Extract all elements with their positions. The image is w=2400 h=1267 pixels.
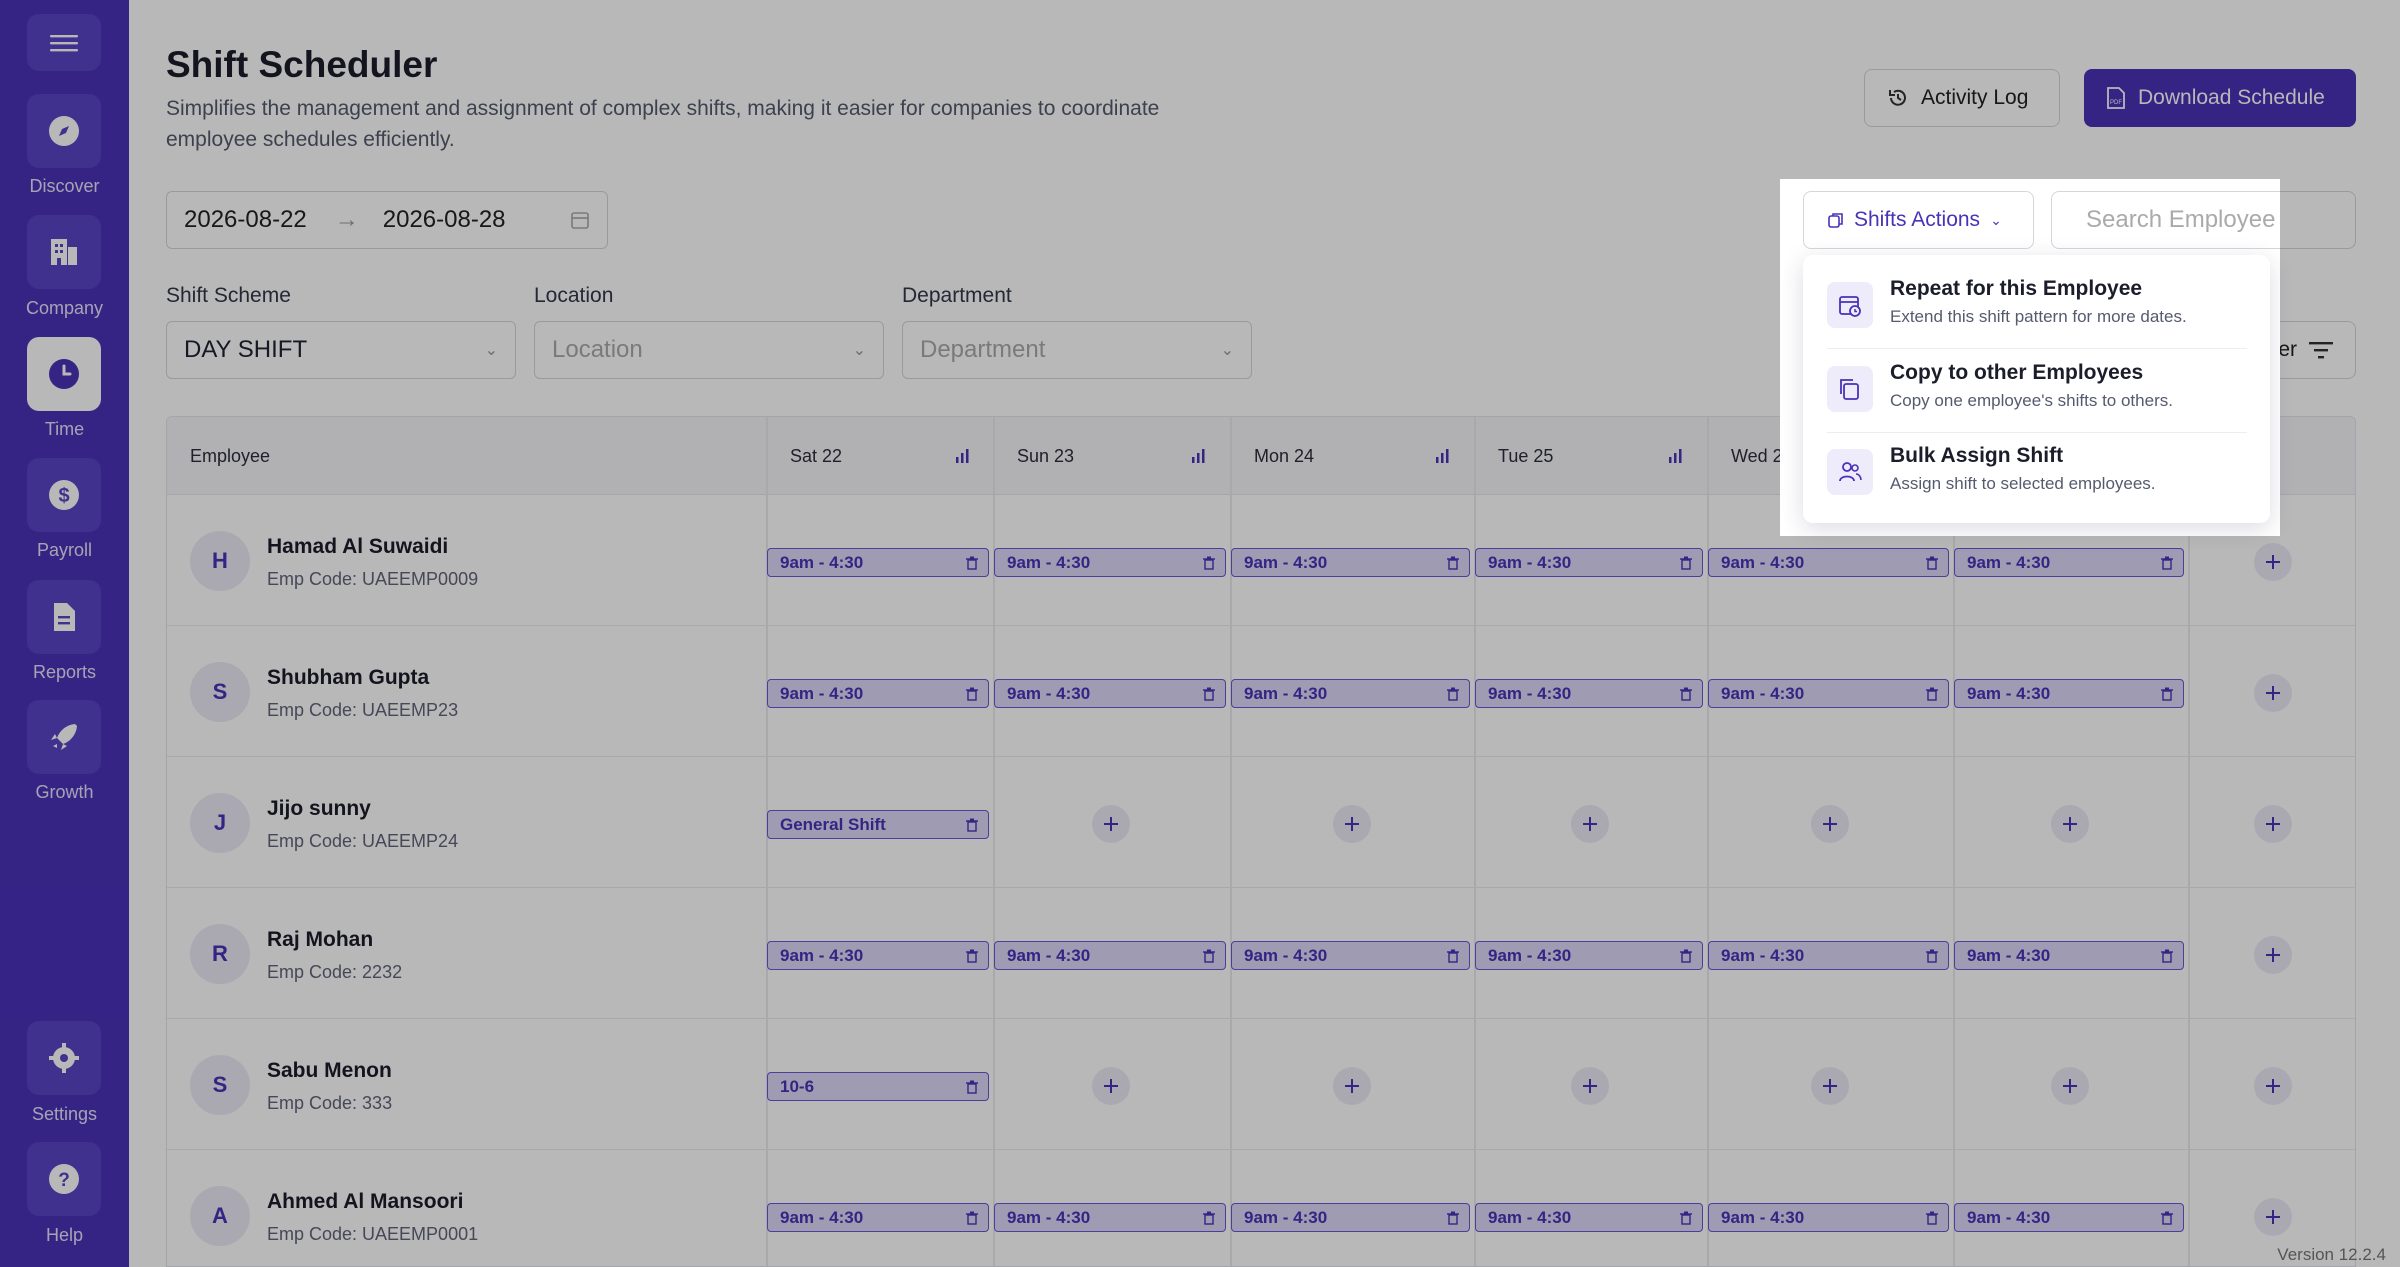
- shifts-actions-button[interactable]: Shifts Actions ⌄: [1803, 191, 2034, 249]
- search-input-highlight[interactable]: Search Employee: [2051, 191, 2280, 249]
- version-label: Version 12.2.4: [2277, 1245, 2386, 1264]
- menu-item-copy[interactable]: Copy to other Employees Copy one employe…: [1803, 348, 2270, 431]
- users-icon: [1827, 449, 1873, 495]
- chevron-down-icon: ⌄: [1990, 211, 2002, 228]
- search-placeholder: Search Employee: [2086, 206, 2276, 233]
- calendar-repeat-icon: [1827, 282, 1873, 328]
- shifts-actions-label: Shifts Actions: [1854, 208, 1981, 231]
- menu-item-desc: Copy one employee's shifts to others.: [1890, 391, 2173, 410]
- menu-item-title: Bulk Assign Shift: [1890, 444, 2064, 467]
- copy-icon: [1827, 366, 1873, 412]
- menu-item-title: Copy to other Employees: [1890, 361, 2144, 384]
- menu-item-desc: Extend this shift pattern for more dates…: [1890, 307, 2187, 326]
- menu-item-title: Repeat for this Employee: [1890, 277, 2143, 300]
- shifts-actions-menu: Repeat for this Employee Extend this shi…: [1803, 255, 2270, 523]
- copy-icon: [1828, 213, 1843, 228]
- menu-item-bulk-assign[interactable]: Bulk Assign Shift Assign shift to select…: [1803, 431, 2270, 514]
- menu-item-desc: Assign shift to selected employees.: [1890, 474, 2156, 493]
- menu-item-repeat[interactable]: Repeat for this Employee Extend this shi…: [1803, 264, 2270, 347]
